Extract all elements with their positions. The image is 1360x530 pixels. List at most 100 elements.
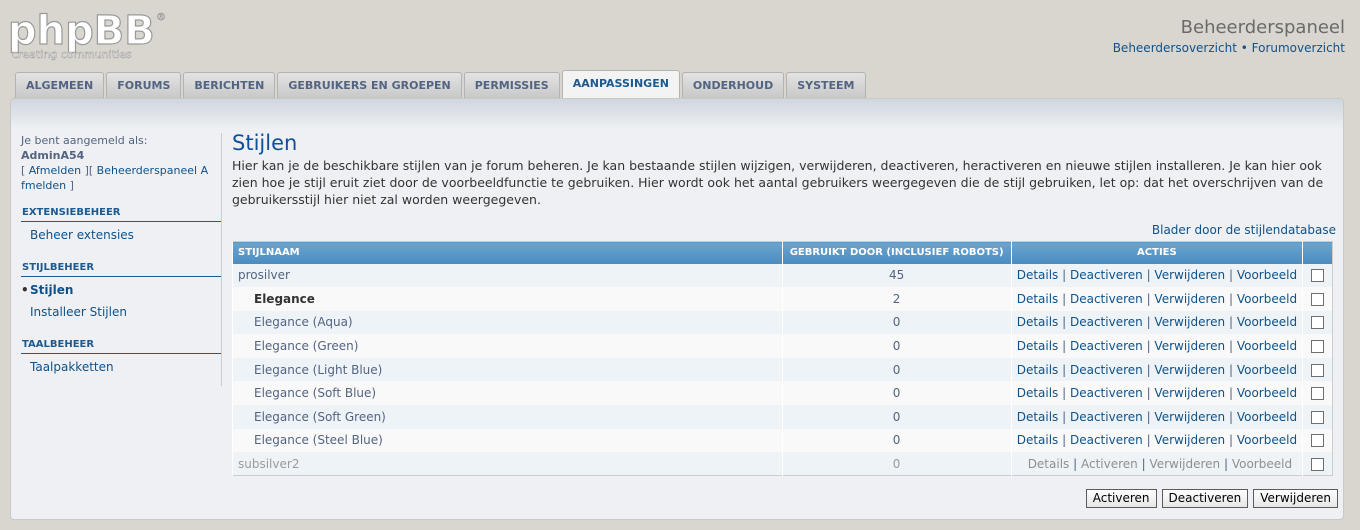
toggle-link[interactable]: Deactiveren	[1070, 339, 1143, 353]
toggle-link[interactable]: Deactiveren	[1070, 315, 1143, 329]
style-actions: Details | Activeren | Verwijderen | Voor…	[1010, 452, 1303, 476]
details-link[interactable]: Details	[1017, 386, 1059, 400]
delete-link[interactable]: Verwijderen	[1149, 457, 1220, 471]
preview-link[interactable]: Voorbeeld	[1237, 339, 1297, 353]
style-name: Elegance (Steel Blue)	[232, 428, 783, 453]
action-separator: |	[1058, 433, 1070, 448]
action-separator: |	[1225, 386, 1237, 401]
select-checkbox[interactable]	[1311, 340, 1325, 354]
select-checkbox[interactable]	[1311, 292, 1325, 306]
preview-link[interactable]: Voorbeeld	[1237, 433, 1297, 447]
action-separator: |	[1225, 433, 1237, 448]
select-cell	[1302, 334, 1333, 358]
select-checkbox[interactable]	[1311, 363, 1325, 377]
toggle-link[interactable]: Deactiveren	[1070, 268, 1143, 282]
sidebar-item-styles[interactable]: Stijlen	[21, 277, 222, 299]
delete-link[interactable]: Verwijderen	[1154, 386, 1225, 400]
style-user-count: 0	[781, 381, 1012, 406]
select-cell	[1302, 263, 1333, 288]
tab-general[interactable]: ALGEMEEN	[15, 72, 105, 98]
preview-link[interactable]: Voorbeeld	[1237, 363, 1297, 377]
select-cell	[1302, 428, 1333, 453]
select-checkbox[interactable]	[1311, 316, 1325, 330]
delete-link[interactable]: Verwijderen	[1154, 433, 1225, 447]
delete-link[interactable]: Verwijderen	[1154, 410, 1225, 424]
toggle-link[interactable]: Deactiveren	[1070, 363, 1143, 377]
action-separator: |	[1058, 362, 1070, 377]
admin-overview-link[interactable]: Beheerdersoverzicht	[1113, 41, 1237, 55]
toggle-link[interactable]: Activeren	[1081, 457, 1138, 471]
style-user-count: 0	[781, 428, 1012, 453]
action-separator: |	[1225, 409, 1237, 424]
select-cell	[1302, 287, 1333, 311]
toggle-link[interactable]: Deactiveren	[1070, 410, 1143, 424]
delete-link[interactable]: Verwijderen	[1154, 292, 1225, 306]
action-separator: |	[1142, 362, 1155, 377]
select-checkbox[interactable]	[1311, 457, 1325, 471]
forum-overview-link[interactable]: Forumoverzicht	[1252, 41, 1345, 55]
tab-posts[interactable]: BERICHTEN	[183, 72, 276, 98]
action-separator: |	[1225, 291, 1237, 306]
details-link[interactable]: Details	[1017, 315, 1059, 329]
delete-link[interactable]: Verwijderen	[1154, 363, 1225, 377]
sidebar-divider	[221, 133, 222, 386]
action-buttons: Activeren Deactiveren Verwijderen	[1085, 489, 1338, 508]
sidebar-item-manage-extensions[interactable]: Beheer extensies	[21, 222, 222, 244]
logout-link[interactable]: Afmelden	[29, 164, 81, 177]
preview-link[interactable]: Voorbeeld	[1232, 457, 1292, 471]
select-cell	[1302, 405, 1333, 429]
select-checkbox[interactable]	[1311, 410, 1325, 424]
action-separator: |	[1058, 386, 1070, 401]
preview-link[interactable]: Voorbeeld	[1237, 268, 1297, 282]
sidebar-item-install-styles[interactable]: Installeer Stijlen	[21, 299, 222, 321]
tab-permissions[interactable]: PERMISSIES	[463, 72, 560, 98]
details-link[interactable]: Details	[1017, 339, 1059, 353]
action-separator: |	[1069, 456, 1081, 471]
col-style-name: STIJLNAAM	[232, 241, 783, 264]
toggle-link[interactable]: Deactiveren	[1070, 292, 1143, 306]
action-separator: |	[1225, 339, 1237, 354]
activate-button[interactable]: Activeren	[1085, 489, 1157, 508]
tab-system[interactable]: SYSTEEM	[786, 72, 866, 98]
action-separator: |	[1058, 268, 1070, 283]
table-row: Elegance (Green) 0 Details | Deactiveren |…	[232, 334, 1333, 358]
details-link[interactable]: Details	[1017, 363, 1059, 377]
tab-forums[interactable]: FORUMS	[106, 72, 182, 98]
tab-maintenance[interactable]: ONDERHOUD	[681, 72, 785, 98]
style-actions: Details | Deactiveren | Verwijderen | Vo…	[1010, 334, 1303, 358]
preview-link[interactable]: Voorbeeld	[1237, 315, 1297, 329]
details-link[interactable]: Details	[1017, 292, 1059, 306]
style-user-count: 0	[781, 357, 1012, 382]
details-link[interactable]: Details	[1028, 457, 1070, 471]
style-user-count: 2	[781, 287, 1012, 311]
details-link[interactable]: Details	[1017, 433, 1059, 447]
sidebar-item-language-packs[interactable]: Taalpakketten	[21, 354, 222, 376]
table-row: Elegance (Steel Blue) 0 Details | Deactive…	[232, 428, 1333, 453]
select-checkbox[interactable]	[1311, 387, 1325, 401]
delete-link[interactable]: Verwijderen	[1154, 268, 1225, 282]
delete-button[interactable]: Verwijderen	[1253, 489, 1338, 508]
action-separator: |	[1220, 456, 1232, 471]
details-link[interactable]: Details	[1017, 268, 1059, 282]
delete-link[interactable]: Verwijderen	[1154, 315, 1225, 329]
action-separator: |	[1058, 315, 1070, 330]
style-actions: Details | Deactiveren | Verwijderen | Vo…	[1010, 357, 1303, 382]
select-checkbox[interactable]	[1311, 269, 1325, 283]
action-separator: |	[1142, 291, 1155, 306]
preview-link[interactable]: Voorbeeld	[1237, 292, 1297, 306]
delete-link[interactable]: Verwijderen	[1154, 339, 1225, 353]
details-link[interactable]: Details	[1017, 410, 1059, 424]
style-actions: Details | Deactiveren | Verwijderen | Vo…	[1010, 310, 1303, 335]
deactivate-button[interactable]: Deactiveren	[1161, 489, 1249, 508]
preview-link[interactable]: Voorbeeld	[1237, 410, 1297, 424]
sidebar: Je bent aangemeld als: AdminA54 [ Afmeld…	[21, 133, 222, 376]
select-checkbox[interactable]	[1311, 434, 1325, 448]
page-description: Hier kan je de beschikbare stijlen van j…	[232, 158, 1324, 207]
tab-customise[interactable]: AANPASSINGEN	[561, 70, 680, 98]
toggle-link[interactable]: Deactiveren	[1070, 386, 1143, 400]
tab-users-groups[interactable]: GEBRUIKERS EN GROEPEN	[277, 72, 462, 98]
toggle-link[interactable]: Deactiveren	[1070, 433, 1143, 447]
browse-styles-link[interactable]: Blader door de stijlendatabase	[232, 223, 1336, 237]
preview-link[interactable]: Voorbeeld	[1237, 386, 1297, 400]
svg-text:creating communities: creating communities	[12, 48, 132, 61]
